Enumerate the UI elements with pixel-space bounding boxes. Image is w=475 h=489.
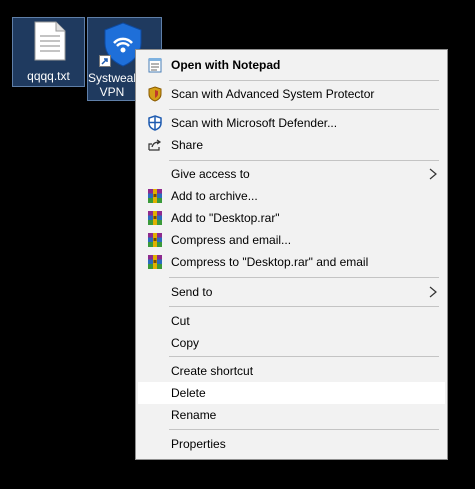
winrar-icon bbox=[148, 211, 162, 225]
menu-item-label: Scan with Advanced System Protector bbox=[171, 87, 375, 101]
menu-item-label: Add to "Desktop.rar" bbox=[171, 211, 280, 225]
menu-item-scan-asp[interactable]: Scan with Advanced System Protector bbox=[138, 83, 445, 105]
menu-item-label: Send to bbox=[171, 285, 213, 299]
menu-separator bbox=[169, 109, 439, 110]
chevron-right-icon bbox=[429, 168, 437, 180]
notepad-icon bbox=[148, 58, 162, 73]
menu-item-send-to[interactable]: Send to bbox=[138, 281, 445, 303]
menu-item-rename[interactable]: Rename bbox=[138, 404, 445, 426]
menu-item-compress-to-desktop-rar-and-email[interactable]: Compress to "Desktop.rar" and email bbox=[138, 251, 445, 273]
menu-item-add-to-desktop-rar[interactable]: Add to "Desktop.rar" bbox=[138, 207, 445, 229]
menu-item-label: Compress and email... bbox=[171, 233, 292, 247]
winrar-icon bbox=[148, 255, 162, 269]
desktop-icon-label: Systweak VPN bbox=[88, 71, 136, 99]
menu-separator bbox=[169, 277, 439, 278]
winrar-icon bbox=[148, 233, 162, 247]
menu-separator bbox=[169, 429, 439, 430]
desktop-icon-qqqq-txt[interactable]: qqqq.txt bbox=[12, 17, 85, 87]
menu-separator bbox=[169, 356, 439, 357]
menu-item-properties[interactable]: Properties bbox=[138, 433, 445, 455]
menu-item-cut[interactable]: Cut bbox=[138, 310, 445, 332]
menu-item-copy[interactable]: Copy bbox=[138, 332, 445, 354]
menu-item-label: Share bbox=[171, 138, 204, 152]
menu-item-add-to-archive[interactable]: Add to archive... bbox=[138, 185, 445, 207]
menu-separator bbox=[169, 80, 439, 81]
menu-separator bbox=[169, 160, 439, 161]
menu-item-create-shortcut[interactable]: Create shortcut bbox=[138, 360, 445, 382]
menu-item-label: Copy bbox=[171, 336, 200, 350]
menu-item-label: Cut bbox=[171, 314, 190, 328]
menu-item-open-with-notepad[interactable]: Open with Notepad bbox=[138, 54, 445, 76]
menu-item-label: Properties bbox=[171, 437, 226, 451]
defender-icon bbox=[148, 115, 162, 131]
winrar-icon bbox=[148, 189, 162, 203]
menu-item-label: Delete bbox=[171, 386, 206, 400]
menu-item-label: Give access to bbox=[171, 167, 250, 181]
menu-item-share[interactable]: Share bbox=[138, 134, 445, 156]
chevron-right-icon bbox=[429, 286, 437, 298]
menu-item-label: Compress to "Desktop.rar" and email bbox=[171, 255, 369, 269]
menu-item-label: Scan with Microsoft Defender... bbox=[171, 116, 338, 130]
menu-item-delete[interactable]: Delete bbox=[138, 382, 445, 404]
desktop-icon-label: qqqq.txt bbox=[27, 69, 70, 83]
asp-shield-icon bbox=[148, 86, 162, 102]
menu-item-label: Open with Notepad bbox=[171, 58, 281, 72]
share-icon bbox=[148, 139, 162, 151]
context-menu: Open with Notepad Scan with Advanced Sys… bbox=[135, 49, 448, 460]
text-file-icon bbox=[34, 21, 66, 61]
menu-item-label: Create shortcut bbox=[171, 364, 254, 378]
shortcut-arrow-icon bbox=[99, 55, 111, 67]
menu-item-give-access-to[interactable]: Give access to bbox=[138, 163, 445, 185]
menu-separator bbox=[169, 306, 439, 307]
menu-item-scan-defender[interactable]: Scan with Microsoft Defender... bbox=[138, 112, 445, 134]
menu-item-label: Add to archive... bbox=[171, 189, 258, 203]
menu-item-label: Rename bbox=[171, 408, 217, 422]
menu-item-compress-and-email[interactable]: Compress and email... bbox=[138, 229, 445, 251]
